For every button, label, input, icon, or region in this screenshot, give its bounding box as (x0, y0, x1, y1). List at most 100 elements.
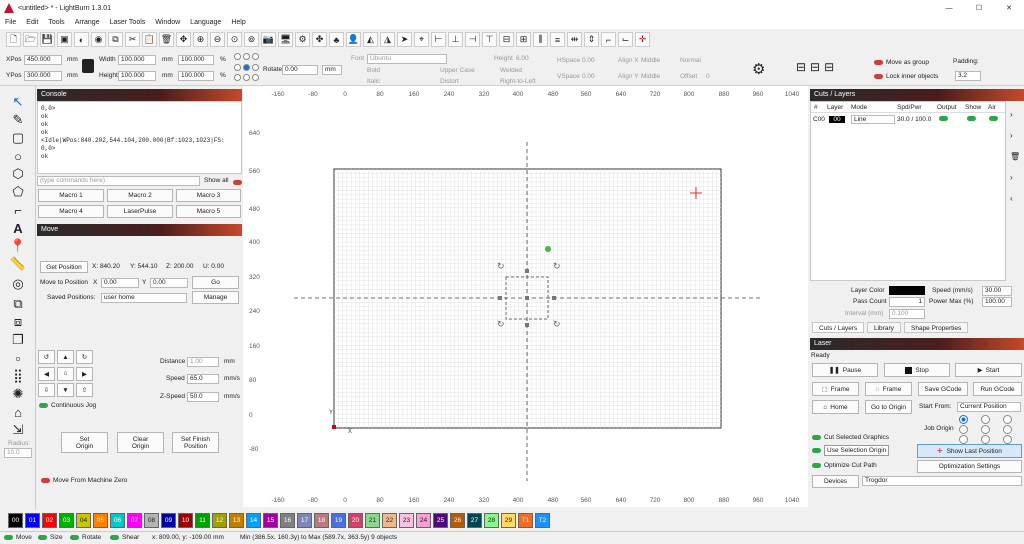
status-size-toggle[interactable]: Size (38, 534, 63, 541)
palette-swatch-16[interactable]: 16 (280, 513, 295, 528)
selection-handle[interactable] (498, 296, 502, 300)
job-origin-radio[interactable] (981, 425, 990, 434)
font-select[interactable]: Ubuntu (367, 54, 447, 64)
upper-case-toggle[interactable]: Upper Case (440, 67, 475, 74)
circular-array-icon[interactable]: ✺ (10, 386, 26, 402)
aligny-select[interactable]: Middle (641, 73, 660, 80)
open-folder-icon[interactable]: 🗁 (23, 32, 38, 47)
palette-swatch-11[interactable]: 11 (195, 513, 210, 528)
palette-swatch-05[interactable]: 05 (93, 513, 108, 528)
rotate-handle[interactable]: ↻ (553, 319, 561, 329)
job-origin-radio[interactable] (981, 435, 990, 444)
tab-library[interactable]: Library (867, 322, 901, 333)
palette-swatch-23[interactable]: 23 (399, 513, 414, 528)
align-center-icon[interactable]: ⊥ (448, 32, 463, 47)
console-command-input[interactable]: (type commands here) (37, 176, 200, 186)
import-icon[interactable]: ◐ (74, 32, 89, 47)
maximize-button[interactable]: ☐ (964, 4, 994, 12)
macro-1-button[interactable]: Macro 1 (38, 189, 104, 202)
jog-right-icon[interactable]: ▶ (76, 366, 93, 381)
palette-swatch-15[interactable]: 15 (263, 513, 278, 528)
palette-swatch-28[interactable]: 28 (484, 513, 499, 528)
menu-edit[interactable]: Edit (26, 19, 38, 26)
group-settings-icon[interactable]: ⚙ (752, 60, 765, 78)
z-up-icon[interactable]: ⇧ (76, 383, 93, 398)
from-machine-zero-toggle[interactable]: Move From Machine Zero (41, 477, 127, 484)
align-edges-icon[interactable]: ⌐ (601, 32, 616, 47)
cut-scissors-icon[interactable]: ✂ (125, 32, 140, 47)
show-all-toggle[interactable] (233, 179, 242, 185)
distribute-h-icon[interactable]: ⫼ (533, 32, 548, 47)
pass-count-field[interactable]: 1 (889, 297, 925, 307)
job-origin-radio[interactable] (1003, 415, 1012, 424)
get-position-button[interactable]: Get Position (40, 261, 88, 273)
job-origin-radio[interactable] (1003, 435, 1012, 444)
export-icon[interactable]: ◉ (91, 32, 106, 47)
frame-box-icon[interactable]: ▫ (10, 350, 26, 366)
power-max-field[interactable]: 100.00 (982, 297, 1012, 307)
distance-field[interactable]: 1.00 (187, 357, 219, 367)
palette-swatch-t2[interactable]: T2 (535, 513, 550, 528)
paste-icon[interactable]: 📋 (142, 32, 157, 47)
laserpulse-button[interactable]: LaserPulse (107, 205, 173, 218)
palette-swatch-01[interactable]: 01 (25, 513, 40, 528)
align-right-icon[interactable]: ⊣ (465, 32, 480, 47)
rotate-cw-icon[interactable]: ↻ (76, 350, 93, 364)
layer-collapse-icon[interactable]: ‹ (1010, 188, 1020, 209)
boolean-icon[interactable]: ⧈ (10, 314, 26, 330)
palette-swatch-18[interactable]: 18 (314, 513, 329, 528)
distribute-v-icon[interactable]: ≡ (550, 32, 565, 47)
text-height-value[interactable]: 6.00 (516, 55, 529, 62)
start-from-select[interactable]: Current Position (957, 402, 1021, 412)
output-toggle[interactable] (939, 116, 967, 123)
ellipse-icon[interactable]: ○ (10, 148, 26, 164)
pen-icon[interactable]: ✎ (10, 112, 26, 128)
status-move-toggle[interactable]: Move (4, 534, 32, 541)
height-field[interactable]: 100.000 (118, 71, 156, 81)
macro-2-button[interactable]: Macro 2 (107, 189, 173, 202)
frame-rect-button[interactable]: ⬚ Frame (812, 382, 859, 396)
edit-nodes-icon[interactable]: ⌐ (10, 202, 26, 218)
jog-down-icon[interactable]: ▼ (57, 383, 74, 398)
align-spacing-icon[interactable]: ⊟⊟⊟ (796, 60, 838, 74)
flip-horizontal-icon[interactable]: ◭ (363, 32, 378, 47)
rotate-handle[interactable]: ↻ (497, 319, 505, 329)
move-y-field[interactable]: 0.00 (150, 278, 188, 288)
menu-laser-tools[interactable]: Laser Tools (110, 19, 146, 26)
palette-swatch-02[interactable]: 02 (42, 513, 57, 528)
select-arrow-icon[interactable]: ↖ (10, 94, 26, 110)
palette-swatch-21[interactable]: 21 (365, 513, 380, 528)
set-finish-button[interactable]: Set Finish Position (172, 432, 219, 453)
selection-handle[interactable] (552, 296, 556, 300)
cut-icon[interactable]: ⇲ (10, 422, 26, 438)
palette-swatch-t1[interactable]: T1 (518, 513, 533, 528)
tab-shape-properties[interactable]: Shape Properties (904, 322, 969, 333)
copy-icon[interactable]: ⧉ (108, 32, 123, 47)
selection-handle[interactable] (525, 296, 529, 300)
clear-origin-button[interactable]: Clear Origin (117, 432, 164, 453)
move-x-field[interactable]: 0.00 (101, 278, 139, 288)
new-file-icon[interactable]: 🗋 (6, 32, 21, 47)
layer-expand-icon[interactable]: › (1010, 167, 1020, 188)
palette-swatch-03[interactable]: 03 (59, 513, 74, 528)
interval-field[interactable]: 0.100 (889, 309, 925, 319)
save-icon[interactable]: 💾 (40, 32, 55, 47)
measure-ruler-icon[interactable]: 📏 (10, 256, 26, 272)
lock-icon[interactable] (82, 59, 94, 73)
group-icon[interactable]: ♣ (329, 32, 344, 47)
welded-toggle[interactable]: Welded (500, 67, 522, 74)
palette-swatch-14[interactable]: 14 (246, 513, 261, 528)
palette-swatch-26[interactable]: 26 (450, 513, 465, 528)
menu-tools[interactable]: Tools (48, 19, 64, 26)
layer-up-icon[interactable]: › (1010, 104, 1020, 125)
go-button[interactable]: Go (192, 276, 239, 289)
zoom-frame-icon[interactable]: ⊙ (227, 32, 242, 47)
rotate-handle[interactable]: ↻ (497, 261, 505, 271)
move-tool-icon[interactable]: ✥ (176, 32, 191, 47)
job-origin-radio[interactable] (959, 425, 968, 434)
optimization-settings-button[interactable]: Optimization Settings (917, 460, 1022, 473)
frame-rubber-button[interactable]: ◌ Frame (865, 382, 912, 396)
palette-swatch-22[interactable]: 22 (382, 513, 397, 528)
pentagon-icon[interactable]: ⬠ (10, 184, 26, 200)
jog-speed-field[interactable]: 65.0 (187, 374, 219, 384)
